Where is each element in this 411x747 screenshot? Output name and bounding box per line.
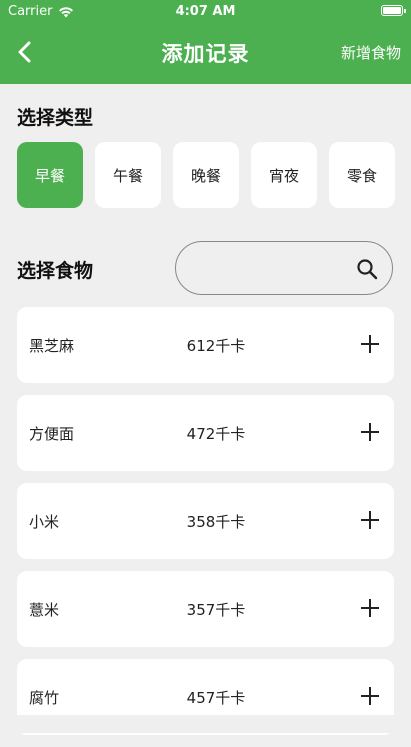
food-list-item: 薏米 357千卡: [17, 571, 394, 647]
meal-type-late-snack[interactable]: 宵夜: [251, 142, 317, 208]
meal-type-snack[interactable]: 零食: [329, 142, 395, 208]
plus-icon[interactable]: [360, 598, 380, 618]
food-calories: 612千卡: [186, 337, 246, 355]
food-name: 方便面: [29, 425, 75, 443]
food-list-item: 方便面 472千卡: [17, 395, 394, 471]
plus-icon[interactable]: [360, 334, 380, 354]
meal-type-breakfast[interactable]: 早餐: [17, 142, 83, 208]
status-bar: Carrier 4:07 AM: [0, 0, 411, 24]
food-name: 黑芝麻: [29, 337, 75, 355]
food-calories: 358千卡: [186, 513, 246, 531]
bottom-safe-area: [0, 715, 411, 733]
food-calories: 357千卡: [186, 601, 246, 619]
food-section-title: 选择食物: [17, 260, 94, 282]
food-list-item: 黑芝麻 612千卡: [17, 307, 394, 383]
food-list-item: 小米 358千卡: [17, 483, 394, 559]
meal-type-dinner[interactable]: 晚餐: [173, 142, 239, 208]
status-time: 4:07 AM: [175, 4, 236, 19]
food-calories: 472千卡: [186, 425, 246, 443]
food-name: 薏米: [29, 601, 60, 619]
type-section-title: 选择类型: [17, 107, 94, 129]
food-name: 腐竹: [29, 689, 60, 707]
plus-icon[interactable]: [360, 686, 380, 706]
food-name: 小米: [29, 513, 60, 531]
app-header: Carrier 4:07 AM 添加记录 新增食物: [0, 0, 411, 84]
food-search-box[interactable]: [175, 241, 393, 295]
meal-type-lunch[interactable]: 午餐: [95, 142, 161, 208]
search-icon[interactable]: [356, 258, 378, 280]
plus-icon[interactable]: [360, 422, 380, 442]
meal-type-selector: 早餐 午餐 晚餐 宵夜 零食: [17, 142, 395, 208]
food-list: 黑芝麻 612千卡 方便面 472千卡 小米 358千卡 薏米 357千卡 腐竹…: [17, 307, 394, 747]
food-search-input[interactable]: [192, 252, 346, 286]
plus-icon[interactable]: [360, 510, 380, 530]
food-calories: 457千卡: [186, 689, 246, 707]
add-food-button[interactable]: 新增食物: [341, 42, 401, 63]
battery-icon: [381, 5, 406, 16]
nav-bar: 添加记录 新增食物: [0, 26, 411, 80]
